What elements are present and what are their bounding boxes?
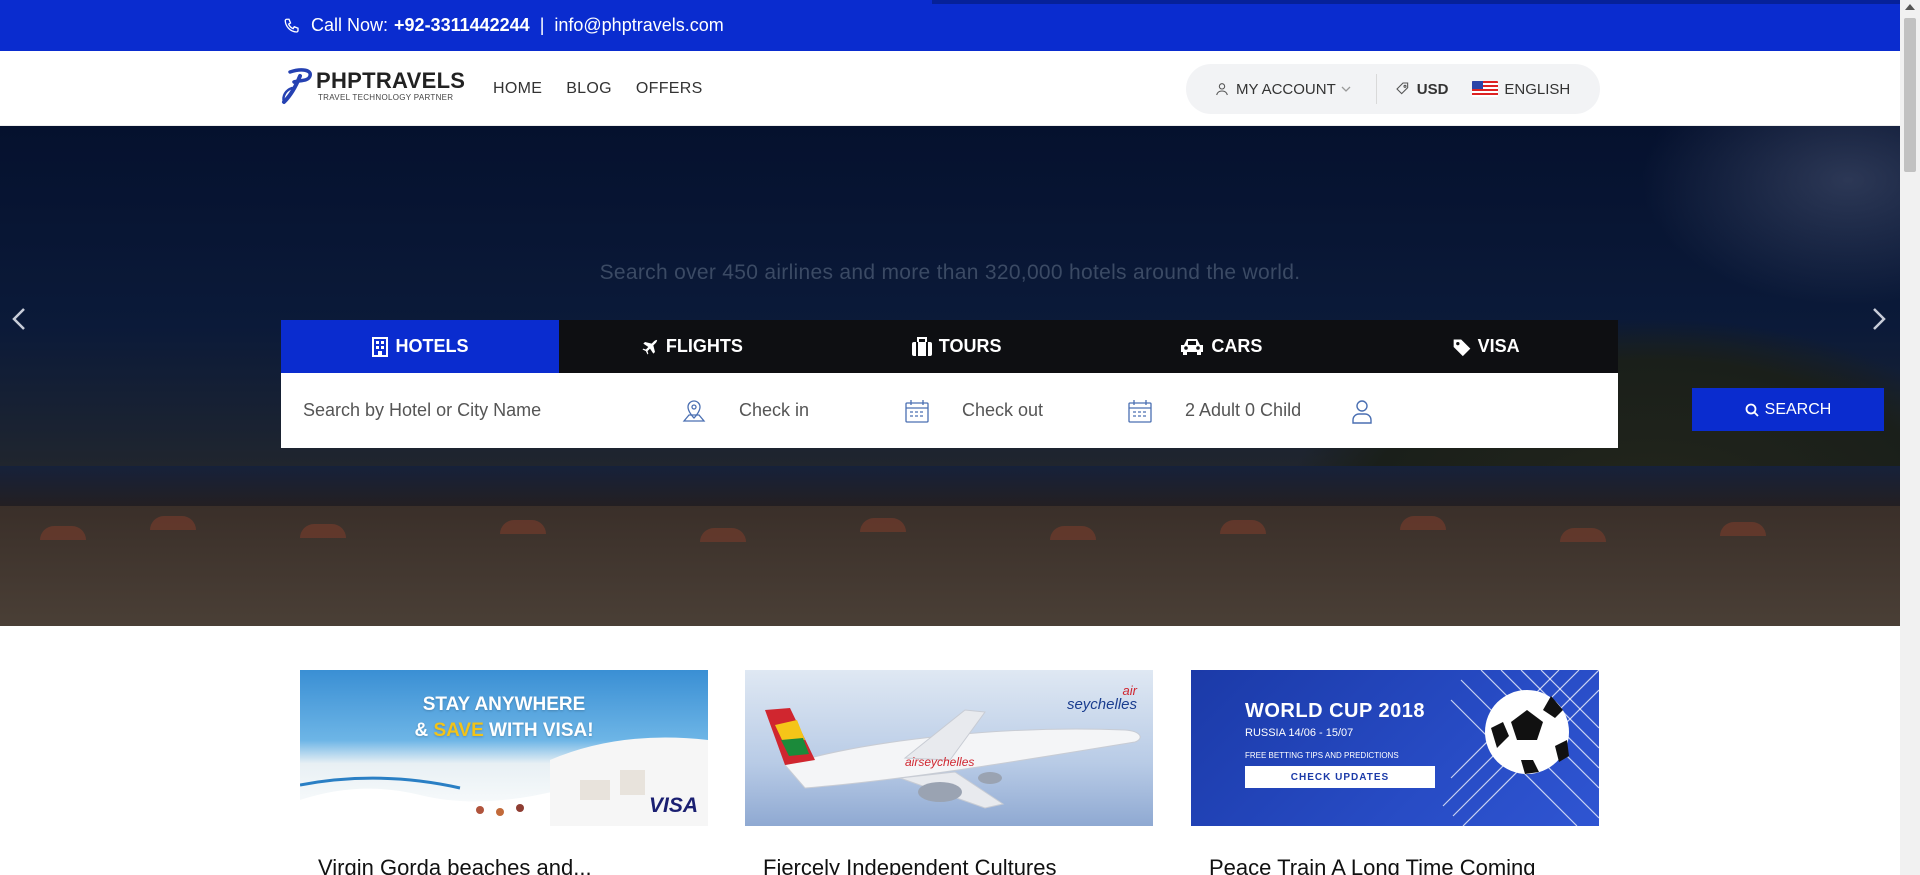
calendar-icon bbox=[905, 400, 929, 423]
blog-card[interactable]: WORLD CUP 2018 RUSSIA 14/06 - 15/07 FREE… bbox=[1191, 670, 1599, 875]
visa-promo-line2c: WITH VISA! bbox=[483, 720, 594, 741]
slider-next-arrow[interactable] bbox=[1870, 306, 1888, 340]
tab-visa-label: VISA bbox=[1477, 336, 1520, 356]
destination-input[interactable]: Search by Hotel or City Name bbox=[303, 400, 541, 421]
guests-selector[interactable]: 2 Adult 0 Child bbox=[1185, 400, 1301, 421]
nav-home[interactable]: HOME bbox=[493, 80, 542, 98]
car-icon bbox=[1181, 338, 1204, 355]
call-now-label: Call Now: bbox=[311, 15, 389, 35]
brand-logo[interactable]: PHPTRAVELS TRAVEL TECHNOLOGY PARTNER bbox=[280, 66, 465, 106]
nav-offers[interactable]: OFFERS bbox=[636, 80, 703, 98]
hero-subtitle: Search over 450 airlines and more than 3… bbox=[599, 261, 1301, 284]
building-icon bbox=[372, 336, 389, 357]
tag-icon bbox=[1453, 339, 1470, 356]
visa-promo-line1: STAY ANYWHERE bbox=[422, 694, 586, 715]
currency-selector[interactable]: USD bbox=[1395, 81, 1473, 98]
currency-label: USD bbox=[1416, 80, 1449, 98]
check-in-placeholder: Check in bbox=[739, 400, 810, 420]
search-tabs: HOTELS FLIGHTS TOURS CARS VISA bbox=[281, 320, 1618, 373]
card-title[interactable]: Peace Train A Long Time Coming bbox=[1209, 855, 1536, 875]
brand-tagline: TRAVEL TECHNOLOGY PARTNER bbox=[318, 93, 454, 102]
phone-icon bbox=[283, 17, 301, 35]
language-label: ENGLISH bbox=[1504, 80, 1571, 98]
topbar-separator: | bbox=[539, 15, 545, 35]
search-icon bbox=[1745, 403, 1759, 417]
hero-sea bbox=[0, 466, 1900, 506]
visa-logo: VISA bbox=[648, 794, 698, 817]
chevron-right-icon bbox=[1873, 308, 1886, 330]
slider-prev-arrow[interactable] bbox=[10, 306, 28, 340]
topbar-accent-line bbox=[932, 0, 1900, 4]
logo-mark-icon bbox=[282, 68, 312, 104]
my-account-label: MY ACCOUNT bbox=[1236, 80, 1336, 98]
check-in-input[interactable]: Check in bbox=[739, 400, 809, 421]
check-out-input[interactable]: Check out bbox=[962, 400, 1043, 421]
my-account-dropdown[interactable]: MY ACCOUNT bbox=[1214, 81, 1358, 98]
card-title[interactable]: Fiercely Independent Cultures bbox=[763, 855, 1057, 875]
tag-icon bbox=[1395, 82, 1408, 95]
card-title[interactable]: Virgin Gorda beaches and... bbox=[318, 855, 592, 875]
top-contact-bar: Call Now: +92-3311442244 | info@phptrave… bbox=[0, 0, 1900, 51]
visa-promo-save: SAVE bbox=[433, 720, 484, 741]
scrollbar-thumb[interactable] bbox=[1904, 18, 1916, 172]
account-divider bbox=[1375, 74, 1377, 104]
chevron-left-icon bbox=[12, 308, 25, 330]
search-button[interactable]: SEARCH bbox=[1692, 388, 1884, 431]
tab-cars[interactable]: CARS bbox=[1089, 320, 1354, 373]
world-cup-title: WORLD CUP 2018 bbox=[1245, 700, 1426, 722]
chevron-down-icon bbox=[1341, 86, 1351, 92]
visa-promo-image[interactable]: STAY ANYWHERE & SAVE WITH VISA! VISA bbox=[300, 670, 708, 826]
main-nav: HOME BLOG OFFERS bbox=[493, 51, 727, 126]
world-cup-tips: FREE BETTING TIPS AND PREDICTIONS bbox=[1245, 751, 1399, 760]
airline-brand-b: seychelles bbox=[1066, 696, 1137, 713]
hero-beach bbox=[0, 506, 1900, 626]
tab-flights-label: FLIGHTS bbox=[665, 336, 743, 356]
guests-value: 2 Adult 0 Child bbox=[1185, 400, 1302, 420]
check-updates-button[interactable]: CHECK UPDATES bbox=[1245, 766, 1435, 788]
person-icon bbox=[1352, 400, 1372, 424]
blog-card[interactable]: STAY ANYWHERE & SAVE WITH VISA! VISA Vir… bbox=[300, 670, 708, 875]
tab-cars-label: CARS bbox=[1211, 336, 1263, 356]
world-cup-dates: RUSSIA 14/06 - 15/07 bbox=[1245, 727, 1354, 739]
account-bar: MY ACCOUNT USD ENGLISH bbox=[1186, 64, 1600, 114]
location-pin-icon bbox=[682, 400, 706, 422]
search-button-label: SEARCH bbox=[1764, 400, 1832, 418]
suitcase-icon bbox=[911, 336, 932, 356]
svg-text:airseychelles: airseychelles bbox=[905, 755, 974, 769]
tab-hotels-label: HOTELS bbox=[395, 336, 469, 356]
plane-icon bbox=[642, 339, 658, 354]
email-link[interactable]: info@phptravels.com bbox=[554, 15, 723, 36]
phone-number-link[interactable]: +92-3311442244 bbox=[394, 15, 530, 36]
visa-promo-line2a: & bbox=[414, 720, 434, 741]
air-seychelles-logo: air seychelles bbox=[1067, 684, 1137, 713]
check-out-placeholder: Check out bbox=[962, 400, 1044, 420]
nav-blog[interactable]: BLOG bbox=[566, 80, 612, 98]
destination-placeholder: Search by Hotel or City Name bbox=[303, 400, 542, 420]
language-selector[interactable]: ENGLISH bbox=[1472, 81, 1570, 98]
user-icon bbox=[1216, 83, 1228, 96]
page-scrollbar[interactable] bbox=[1900, 0, 1920, 875]
tab-tours[interactable]: TOURS bbox=[824, 320, 1089, 373]
us-flag-icon bbox=[1472, 81, 1499, 97]
airline-promo-image[interactable]: airseychelles air seychelles bbox=[745, 670, 1153, 826]
tab-tours-label: TOURS bbox=[938, 336, 1002, 356]
hotel-search-form: Search by Hotel or City Name Check in Ch… bbox=[281, 373, 1884, 448]
world-cup-text: WORLD CUP 2018 RUSSIA 14/06 - 15/07 FREE… bbox=[1245, 700, 1435, 788]
tab-visa[interactable]: VISA bbox=[1353, 320, 1618, 373]
tab-hotels[interactable]: HOTELS bbox=[281, 320, 559, 373]
calendar-icon bbox=[1128, 400, 1152, 423]
main-header: PHPTRAVELS TRAVEL TECHNOLOGY PARTNER HOM… bbox=[0, 51, 1900, 126]
scroll-up-arrow-icon[interactable] bbox=[1905, 4, 1915, 10]
world-cup-promo-image[interactable]: WORLD CUP 2018 RUSSIA 14/06 - 15/07 FREE… bbox=[1191, 670, 1599, 826]
brand-name: PHPTRAVELS bbox=[316, 68, 466, 93]
blog-card[interactable]: airseychelles air seychelles Fiercely In… bbox=[745, 670, 1153, 875]
tab-flights[interactable]: FLIGHTS bbox=[559, 320, 824, 373]
